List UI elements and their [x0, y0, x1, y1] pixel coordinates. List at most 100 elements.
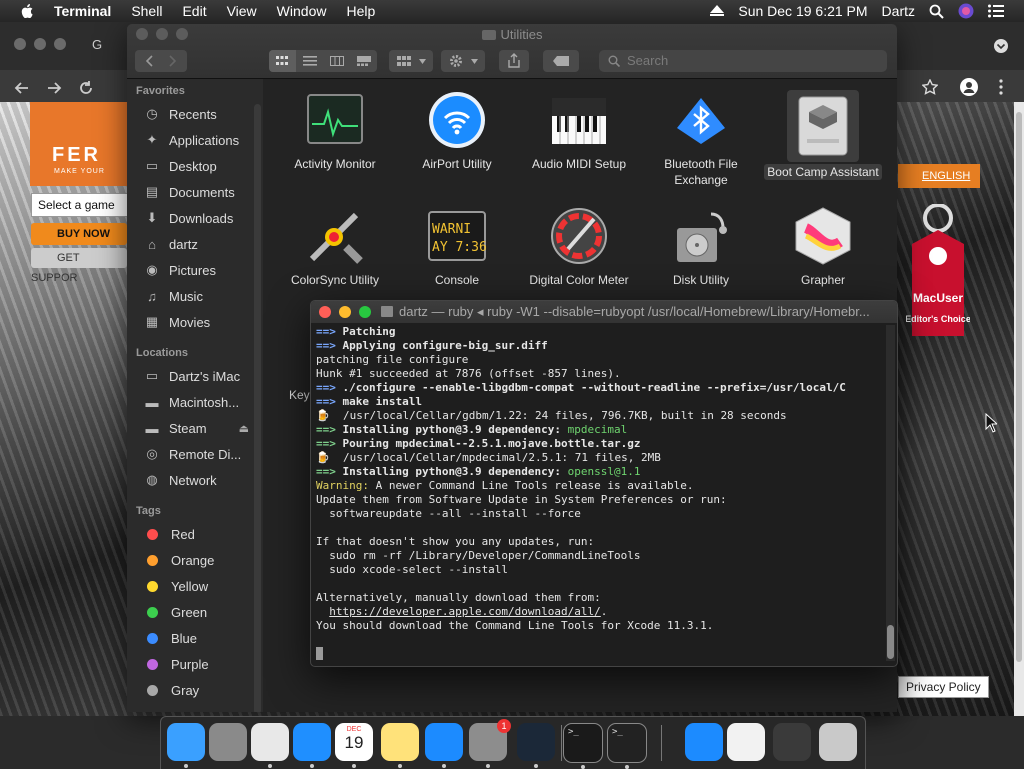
finder-title: Utilities	[127, 27, 897, 42]
sidebar-item-remote-di[interactable]: ◎ Remote Di...	[127, 441, 263, 467]
terminal-icon[interactable]: >_	[563, 723, 603, 769]
terminal-output[interactable]: ==> Patching ==> Applying configure-big_s…	[316, 325, 882, 661]
terminal-minimize-button[interactable]	[339, 306, 351, 318]
trash-icon[interactable]	[819, 723, 857, 761]
apple-icon[interactable]	[20, 4, 34, 18]
bookmark-star-icon[interactable]	[922, 79, 938, 95]
chevron-left-icon[interactable]	[145, 55, 153, 67]
app-audio-midi-setup[interactable]: Audio MIDI Setup	[519, 90, 639, 172]
app-bluetooth-file-exchange[interactable]: Bluetooth File Exchange	[641, 90, 761, 188]
menu-user[interactable]: Dartz	[882, 3, 915, 19]
system-preferences-icon[interactable]: 1	[469, 719, 511, 768]
group-button[interactable]	[389, 50, 433, 72]
calendar-icon[interactable]: DEC 19	[335, 723, 373, 768]
app-boot-camp-assistant[interactable]: Boot Camp Assistant	[763, 90, 883, 180]
app-activity-monitor[interactable]: Activity Monitor	[275, 90, 395, 172]
profile-icon[interactable]	[960, 78, 978, 96]
sidebar-item-desktop[interactable]: ▭ Desktop	[127, 153, 263, 179]
menu-edit[interactable]: Edit	[182, 3, 206, 19]
eject-icon[interactable]: ⏏	[239, 422, 249, 435]
chrome-icon[interactable]	[251, 723, 289, 768]
eject-icon[interactable]	[710, 5, 725, 17]
menu-window[interactable]: Window	[277, 3, 327, 19]
app-store-folder-icon[interactable]	[685, 723, 723, 761]
sidebar-item-pictures[interactable]: ◉ Pictures	[127, 257, 263, 283]
menu-app-name[interactable]: Terminal	[54, 3, 111, 19]
sidebar-item-dartz[interactable]: ⌂ dartz	[127, 231, 263, 257]
privacy-policy-link[interactable]: Privacy Policy	[898, 676, 989, 698]
app-digital-color-meter[interactable]: Digital Color Meter	[519, 206, 639, 288]
tag-color-dot	[147, 632, 158, 644]
app-console[interactable]: WARNI AY 7:36 Console	[397, 206, 517, 288]
partial-app-label[interactable]: Key	[289, 388, 310, 402]
menu-view[interactable]: View	[227, 3, 257, 19]
ferrari-banner[interactable]: FER MAKE YOUR	[30, 102, 128, 186]
safari-icon[interactable]	[293, 723, 331, 768]
tag-item-gray[interactable]: Gray	[127, 677, 263, 703]
sidebar-item-recents[interactable]: ◷ Recents	[127, 101, 263, 127]
menu-clock[interactable]: Sun Dec 19 6:21 PM	[738, 3, 867, 19]
document-icon[interactable]	[727, 723, 765, 761]
sidebar-item-applications[interactable]: ✦ Applications	[127, 127, 263, 153]
sidebar-item-downloads[interactable]: ⬇ Downloads	[127, 205, 263, 231]
browser-minimize-dot[interactable]	[34, 38, 46, 50]
terminal-scrollbar[interactable]	[886, 325, 895, 661]
sidebar-item-steam[interactable]: ▬ Steam ⏏	[127, 415, 263, 441]
sidebar-scrollbar[interactable]	[254, 104, 261, 712]
sidebar-item-movies[interactable]: ▦ Movies	[127, 309, 263, 335]
sidebar-item-macintosh[interactable]: ▬ Macintosh...	[127, 389, 263, 415]
columns-icon[interactable]	[330, 56, 344, 66]
siri-icon[interactable]	[958, 3, 974, 19]
launchpad-icon[interactable]	[209, 723, 247, 761]
browser-tab-title[interactable]: G	[92, 37, 102, 52]
view-mode-segment[interactable]	[269, 50, 377, 72]
notes-icon[interactable]	[381, 723, 419, 768]
more-menu-icon[interactable]	[998, 79, 1004, 95]
list-icon[interactable]	[303, 56, 317, 66]
tag-item-red[interactable]: Red	[127, 521, 263, 547]
sidebar-item-dartz-s-imac[interactable]: ▭ Dartz's iMac	[127, 363, 263, 389]
back-forward-buttons[interactable]	[135, 50, 187, 72]
finder-icon[interactable]	[167, 723, 205, 768]
screenshot-icon[interactable]	[773, 723, 811, 761]
notification-center-icon[interactable]	[988, 4, 1004, 18]
buy-now-button[interactable]: BUY NOW	[31, 223, 127, 245]
tag-item-purple[interactable]: Purple	[127, 651, 263, 677]
terminal-window[interactable]: dartz — ruby ◂ ruby -W1 --disable=rubyop…	[310, 300, 898, 667]
english-language-button[interactable]: ENGLISH	[898, 164, 980, 188]
sidebar-item-documents[interactable]: ▤ Documents	[127, 179, 263, 205]
gallery-icon[interactable]	[357, 56, 371, 66]
forward-arrow-icon[interactable]	[46, 80, 62, 96]
browser-scrollbar[interactable]	[1014, 102, 1024, 716]
reload-icon[interactable]	[78, 80, 94, 96]
sidebar-item-music[interactable]: ♫ Music	[127, 283, 263, 309]
app-grapher[interactable]: Grapher	[763, 206, 883, 288]
action-button[interactable]	[441, 50, 485, 72]
tag-item-orange[interactable]: Orange	[127, 547, 263, 573]
chevron-right-icon[interactable]	[169, 55, 177, 67]
console-icon[interactable]: >_	[607, 723, 647, 769]
browser-close-dot[interactable]	[14, 38, 26, 50]
search-field[interactable]: Search	[599, 50, 887, 72]
get-support-button[interactable]: GET SUPPOR	[31, 248, 127, 284]
sidebar-item-network[interactable]: ◍ Network	[127, 467, 263, 493]
terminal-close-button[interactable]	[319, 306, 331, 318]
tag-button[interactable]	[543, 50, 579, 72]
back-arrow-icon[interactable]	[14, 80, 30, 96]
app-airport-utility[interactable]: AirPort Utility	[397, 90, 517, 172]
tag-item-blue[interactable]: Blue	[127, 625, 263, 651]
share-button[interactable]	[499, 50, 529, 72]
terminal-zoom-button[interactable]	[359, 306, 371, 318]
app-colorsync-utility[interactable]: ColorSync Utility	[275, 206, 395, 288]
steam-icon[interactable]	[517, 723, 555, 768]
tag-item-green[interactable]: Green	[127, 599, 263, 625]
tag-item-yellow[interactable]: Yellow	[127, 573, 263, 599]
select-game-dropdown[interactable]: Select a game	[31, 193, 129, 217]
chevron-down-icon[interactable]	[994, 39, 1008, 53]
app-store-icon[interactable]	[425, 723, 463, 768]
app-disk-utility[interactable]: Disk Utility	[641, 206, 761, 288]
menu-help[interactable]: Help	[346, 3, 375, 19]
browser-zoom-dot[interactable]	[54, 38, 66, 50]
menu-shell[interactable]: Shell	[131, 3, 162, 19]
spotlight-search-icon[interactable]	[929, 4, 944, 19]
